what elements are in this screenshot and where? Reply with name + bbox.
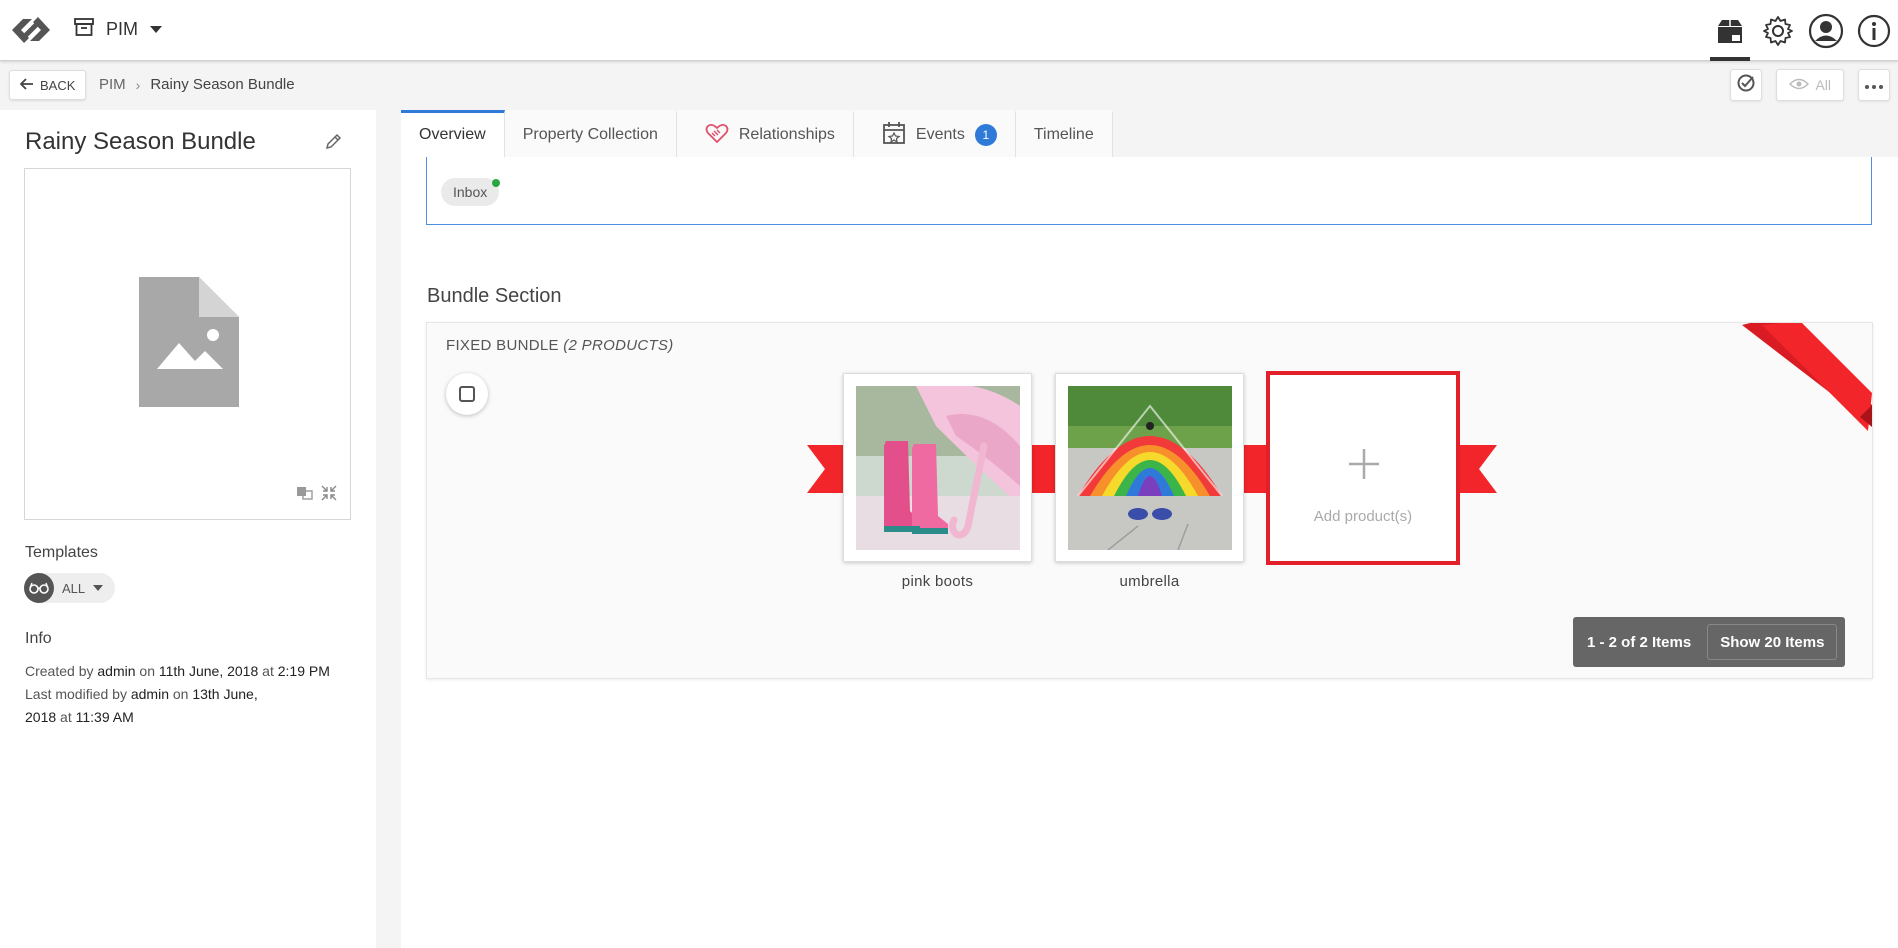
entity-title: Rainy Season Bundle [25, 128, 256, 155]
archive-icon [74, 18, 94, 41]
calendar-icon [882, 121, 906, 150]
bundle-type: FIXED BUNDLE [446, 337, 559, 354]
select-all-checkbox[interactable] [446, 373, 488, 415]
created-by: admin [97, 663, 136, 679]
chevron-right-icon: › [135, 76, 141, 93]
tab-label: Relationships [738, 126, 835, 143]
entity-info: Created by admin on 11th June, 2018 at 2… [25, 660, 355, 729]
plus-icon [1347, 447, 1381, 486]
tab-label: Property Collection [522, 126, 658, 143]
chevron-down-icon [150, 26, 163, 33]
breadcrumb: PIM › Rainy Season Bundle [99, 76, 295, 93]
back-button[interactable]: BACK [9, 70, 87, 100]
modified-on-word: on [172, 686, 189, 702]
modified-by: admin [130, 686, 169, 702]
product-name: pink boots [901, 573, 974, 590]
tab-label: Timeline [1033, 126, 1094, 143]
image-tools [296, 484, 338, 507]
template-selector[interactable]: ALL [24, 573, 116, 603]
workflow-chip-label: Inbox [453, 184, 488, 200]
breadcrumb-item-current: Rainy Season Bundle [150, 76, 295, 93]
tab-timeline[interactable]: Timeline [1015, 110, 1113, 157]
checkbox-icon [459, 386, 475, 402]
main-content: Overview Property Collection Relationshi… [401, 110, 1898, 948]
bundle-header: FIXED BUNDLE (2 PRODUCTS) [446, 337, 674, 354]
package-icon[interactable] [1706, 0, 1754, 61]
modified-at-word: at [60, 709, 72, 725]
product-name: umbrella [1119, 573, 1180, 590]
ribbon-right-tail-icon [1457, 445, 1497, 498]
tab-label: Overview [419, 126, 486, 143]
collapse-icon[interactable] [320, 484, 338, 507]
app-switcher[interactable]: PIM [74, 18, 163, 41]
templates-label: Templates [25, 544, 98, 561]
view-filter-button[interactable]: All [1776, 69, 1844, 101]
logo-icon[interactable] [8, 11, 54, 49]
tab-property-collection[interactable]: Property Collection [504, 110, 677, 157]
tab-events[interactable]: Events 1 [853, 110, 1016, 157]
created-on-word: on [139, 663, 155, 679]
app-name: PIM [106, 19, 139, 39]
caret-down-icon [93, 585, 104, 591]
created-prefix: Created by [25, 663, 94, 679]
template-chip-label: ALL [62, 580, 86, 596]
entity-image[interactable] [24, 168, 351, 520]
gear-icon[interactable] [1754, 0, 1802, 61]
pagination-summary: 1 - 2 of 2 Items [1587, 633, 1692, 651]
info-label: Info [25, 630, 52, 647]
events-count-badge: 1 [974, 124, 997, 146]
add-product-label: Add product(s) [1313, 508, 1413, 525]
product-image-pink-boots [856, 386, 1020, 550]
task-check-button[interactable] [1730, 69, 1763, 101]
modified-prefix: Last modified by [25, 686, 127, 702]
entity-sidebar: Rainy Season Bundle Templates ALL Info C… [0, 110, 376, 948]
bundle-card: FIXED BUNDLE (2 PRODUCTS) pink boots umb… [426, 322, 1873, 679]
workflow-panel: Inbox [426, 157, 1872, 225]
eye-icon [1789, 77, 1810, 93]
bundle-product-card[interactable] [1055, 373, 1244, 562]
add-product-button[interactable]: Add product(s) [1266, 371, 1460, 565]
tab-overview[interactable]: Overview [401, 110, 505, 157]
top-bar: PIM [0, 0, 1898, 61]
handshake-heart-icon [705, 122, 729, 149]
subbar-actions: All [1730, 69, 1898, 101]
view-filter-label: All [1815, 77, 1831, 93]
sub-toolbar: BACK PIM › Rainy Season Bundle All [0, 62, 1898, 110]
pagination-bar: 1 - 2 of 2 Items Show 20 Items [1573, 617, 1846, 667]
check-badge-icon [1736, 73, 1756, 98]
more-options-button[interactable] [1858, 69, 1890, 101]
product-image-umbrella [1068, 386, 1232, 550]
created-at-word: at [262, 663, 274, 679]
modified-date: 13th June, [192, 686, 258, 702]
breadcrumb-item-pim[interactable]: PIM [99, 76, 126, 93]
page-size-button[interactable]: Show 20 Items [1707, 624, 1838, 660]
more-horizontal-icon [1865, 76, 1883, 94]
bundle-product-card[interactable] [843, 373, 1032, 562]
workflow-status-chip[interactable]: Inbox [441, 178, 501, 206]
tab-relationships[interactable]: Relationships [676, 110, 854, 157]
glasses-icon [24, 573, 54, 603]
status-dot [492, 179, 501, 187]
top-icon-bar [1706, 0, 1898, 61]
tab-bar: Overview Property Collection Relationshi… [401, 110, 1113, 157]
tab-label: Events [915, 126, 965, 143]
ribbon-left-tail-icon [807, 445, 847, 498]
tab-bar-background [1109, 110, 1898, 157]
modified-year: 2018 [25, 709, 57, 725]
bundle-section-title: Bundle Section [427, 285, 562, 307]
image-placeholder-icon [139, 277, 239, 412]
created-info: Created by admin on 11th June, 2018 at 2… [25, 660, 355, 683]
created-time: 2:19 PM [277, 663, 330, 679]
corner-ribbon-icon [1742, 323, 1872, 458]
modified-time: 11:39 AM [75, 709, 134, 725]
modified-info: Last modified by admin on 13th June, 201… [25, 683, 355, 729]
arrow-left-icon [19, 77, 34, 93]
info-icon[interactable] [1850, 0, 1898, 61]
created-date: 11th June, 2018 [158, 663, 259, 679]
user-icon[interactable] [1802, 0, 1850, 61]
pencil-icon[interactable] [325, 132, 343, 155]
bundle-product-count: (2 PRODUCTS) [563, 337, 674, 354]
back-label: BACK [40, 77, 76, 93]
swap-image-icon[interactable] [296, 484, 314, 507]
